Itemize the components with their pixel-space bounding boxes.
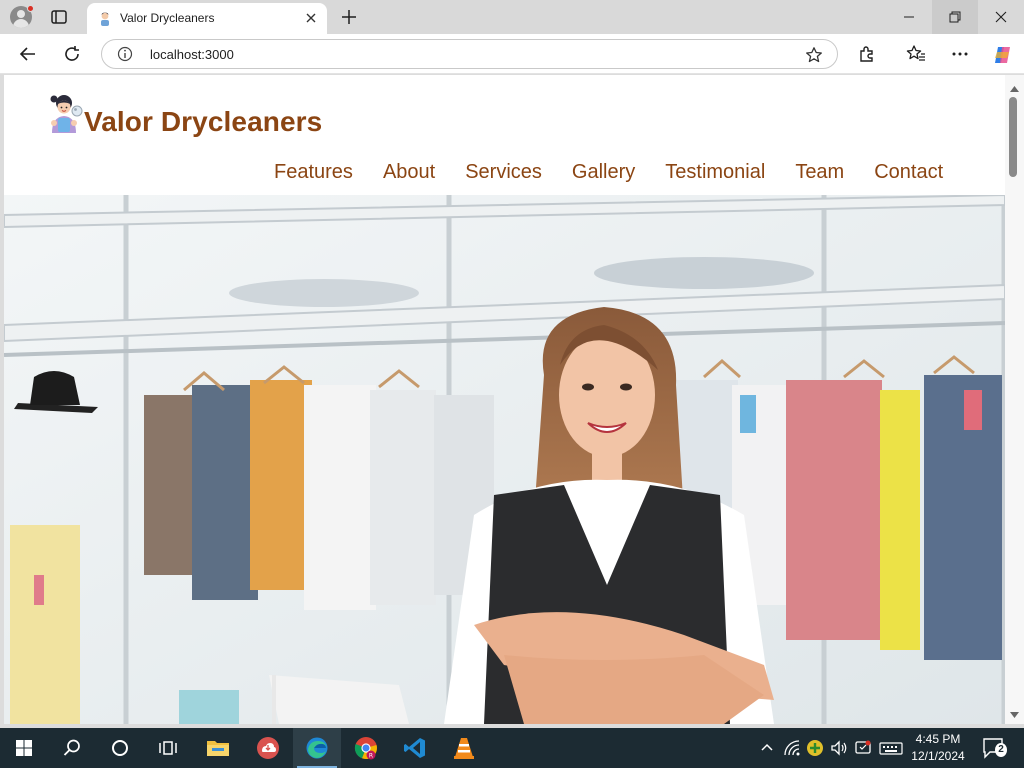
favorite-star-icon[interactable] — [805, 46, 823, 64]
tab-close-icon[interactable] — [303, 10, 319, 26]
scroll-down-arrow-icon[interactable] — [1009, 707, 1020, 718]
cloud-app-icon[interactable] — [244, 728, 292, 768]
search-icon[interactable] — [48, 728, 96, 768]
active-tab[interactable]: Valor Drycleaners — [87, 3, 327, 34]
nav-link-features[interactable]: Features — [274, 161, 353, 184]
brand-title[interactable]: Valor Drycleaners — [84, 106, 322, 138]
woman-avatar-icon[interactable] — [48, 93, 84, 135]
favorites-icon[interactable] — [906, 44, 926, 64]
back-arrow-icon[interactable] — [18, 44, 38, 64]
tab-actions-icon[interactable] — [50, 8, 68, 26]
nav-link-team[interactable]: Team — [795, 161, 844, 184]
nav-link-services[interactable]: Services — [465, 161, 542, 184]
minimize-icon[interactable] — [886, 0, 932, 34]
hero-image — [4, 195, 1005, 724]
windows-taskbar: R 4:45 PM 12/1/2024 2 — [0, 728, 1024, 768]
volume-icon[interactable] — [830, 739, 848, 757]
vlc-icon[interactable] — [440, 728, 488, 768]
nav-link-about[interactable]: About — [383, 161, 435, 184]
nav-link-contact[interactable]: Contact — [874, 161, 943, 184]
task-view-icon[interactable] — [144, 728, 192, 768]
chrome-icon[interactable]: R — [342, 728, 390, 768]
nav-link-testimonial[interactable]: Testimonial — [665, 161, 765, 184]
address-bar[interactable]: localhost:3000 — [101, 39, 838, 69]
file-explorer-icon[interactable] — [194, 728, 242, 768]
url-text: localhost:3000 — [150, 47, 234, 62]
woman-avatar-icon — [97, 10, 113, 26]
scroll-up-arrow-icon[interactable] — [1009, 81, 1020, 92]
more-menu-icon[interactable] — [950, 44, 970, 64]
display-settings-icon[interactable] — [854, 739, 872, 757]
vscode-icon[interactable] — [391, 728, 439, 768]
notification-count-badge: 2 — [995, 743, 1007, 757]
nav-link-gallery[interactable]: Gallery — [572, 161, 635, 184]
page-scrollbar[interactable] — [1005, 75, 1024, 724]
edge-icon[interactable] — [293, 728, 341, 768]
copilot-icon[interactable] — [992, 44, 1012, 64]
cortana-icon[interactable] — [96, 728, 144, 768]
clock-date: 12/1/2024 — [911, 749, 965, 763]
svg-text:R: R — [369, 753, 373, 760]
profile-notification-dot — [27, 5, 34, 12]
tray-overflow-chevron-icon[interactable] — [758, 739, 776, 757]
page-viewport: Valor Drycleaners Features About Service… — [4, 75, 1005, 724]
vpn-shield-icon[interactable] — [806, 739, 824, 757]
tab-title: Valor Drycleaners — [120, 11, 215, 25]
scrollbar-thumb[interactable] — [1009, 97, 1017, 177]
network-wifi-icon[interactable] — [783, 739, 801, 757]
refresh-icon[interactable] — [62, 44, 82, 64]
clock-time: 4:45 PM — [915, 732, 961, 746]
site-header: Valor Drycleaners Features About Service… — [4, 75, 1005, 195]
new-tab-icon[interactable] — [340, 8, 358, 26]
keyboard-icon[interactable] — [879, 739, 903, 757]
extensions-puzzle-icon[interactable] — [857, 44, 877, 64]
close-icon[interactable] — [978, 0, 1024, 34]
browser-tab-strip: Valor Drycleaners — [0, 0, 1024, 34]
main-nav: Features About Services Gallery Testimon… — [274, 161, 973, 184]
site-info-icon[interactable] — [117, 46, 133, 62]
browser-toolbar: localhost:3000 — [0, 34, 1024, 74]
windows-start-icon[interactable] — [0, 728, 48, 768]
system-clock[interactable]: 4:45 PM 12/1/2024 — [905, 731, 971, 765]
restore-icon[interactable] — [932, 0, 978, 34]
